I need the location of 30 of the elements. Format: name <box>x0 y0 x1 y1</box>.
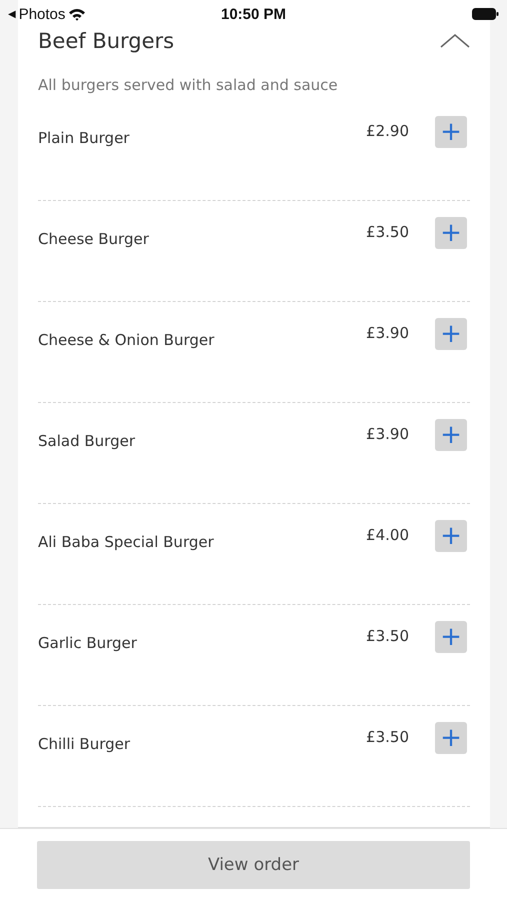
item-name: Salad Burger <box>38 431 136 451</box>
item-price: £3.50 <box>366 222 409 242</box>
item-price: £4.00 <box>366 525 409 545</box>
back-glyph[interactable]: ◀ <box>8 8 16 20</box>
item-price: £3.50 <box>366 626 409 646</box>
wifi-icon <box>68 8 86 20</box>
item-price: £3.50 <box>366 727 409 747</box>
add-button[interactable]: + <box>435 722 467 754</box>
item-name: Plain Burger <box>38 128 130 148</box>
item-name: Chilli Burger <box>38 734 132 754</box>
item-price: £3.90 <box>366 323 409 343</box>
battery-icon <box>472 8 500 20</box>
add-button[interactable]: + <box>435 116 467 148</box>
view-order-button[interactable]: View order <box>37 841 470 889</box>
add-button[interactable]: + <box>435 318 467 350</box>
add-button[interactable]: + <box>435 217 467 249</box>
add-button[interactable]: + <box>435 520 467 552</box>
section-title: Beef Burgers <box>38 29 174 53</box>
section-note: All burgers served with salad and sauce <box>38 75 339 95</box>
chevron-icon[interactable] <box>440 33 470 49</box>
add-button[interactable]: + <box>435 419 467 451</box>
back-label[interactable]: Photos <box>18 6 66 22</box>
add-button[interactable]: + <box>435 621 467 653</box>
item-name: Garlic Burger <box>38 633 138 653</box>
item-name: Cheese Burger <box>38 229 150 249</box>
item-name: Ali Baba Special Burger <box>38 532 215 552</box>
item-price: £3.90 <box>366 424 409 444</box>
item-price: £2.90 <box>366 121 409 141</box>
status-time: 10:50 PM <box>220 6 288 22</box>
item-name: Cheese & Onion Burger <box>38 330 216 350</box>
